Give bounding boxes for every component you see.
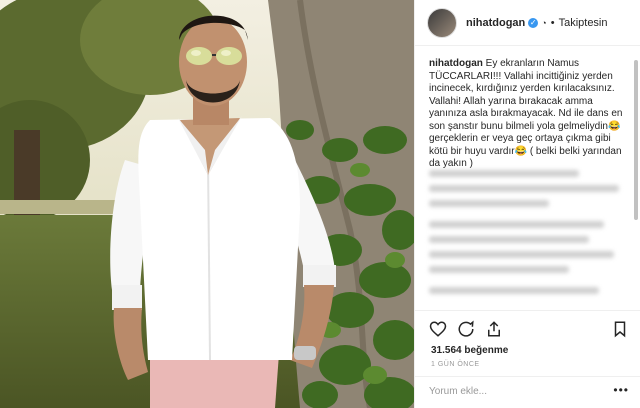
blurred-comments (429, 170, 625, 302)
comment-input[interactable] (429, 386, 599, 397)
blurred-comment (429, 251, 614, 258)
blurred-comment (429, 185, 619, 192)
post-photo[interactable] (0, 0, 414, 408)
action-bar (415, 310, 640, 347)
caption-text: Ey ekranların Namus TÜCCARLARI!!! Vallah… (429, 58, 623, 169)
separator-dot: • (550, 16, 555, 29)
caption-username[interactable]: nihatdogan (429, 58, 483, 69)
post-header: nihatdogan ✓ ◔ • Takiptesin (415, 0, 640, 46)
verified-icon: ✓ (528, 17, 539, 28)
comment-box: ••• (415, 376, 640, 408)
caption: nihatdogan Ey ekranların Namus TÜCCARLAR… (429, 58, 625, 171)
blurred-comment (429, 221, 604, 228)
blurred-comment (429, 287, 599, 294)
blurred-comment (429, 266, 569, 273)
header-username[interactable]: nihatdogan (466, 17, 525, 29)
bookmark-icon[interactable] (611, 320, 629, 338)
post-panel: nihatdogan ✓ ◔ • Takiptesin nihatdogan E… (414, 0, 640, 408)
likes-count[interactable]: 31.564 beğenme (431, 345, 508, 356)
scrollbar[interactable] (634, 60, 638, 220)
more-options-icon[interactable]: ••• (613, 383, 629, 397)
follow-status[interactable]: Takiptesin (559, 17, 608, 29)
blurred-comment (429, 170, 579, 177)
story-ring-icon: ◔ (541, 17, 547, 28)
post-time[interactable]: 1 GÜN ÖNCE (431, 361, 480, 368)
blurred-comment (429, 200, 549, 207)
heart-icon[interactable] (429, 320, 447, 338)
comment-icon[interactable] (457, 320, 475, 338)
share-icon[interactable] (485, 320, 503, 338)
blurred-comment (429, 236, 589, 243)
avatar[interactable] (427, 7, 457, 38)
